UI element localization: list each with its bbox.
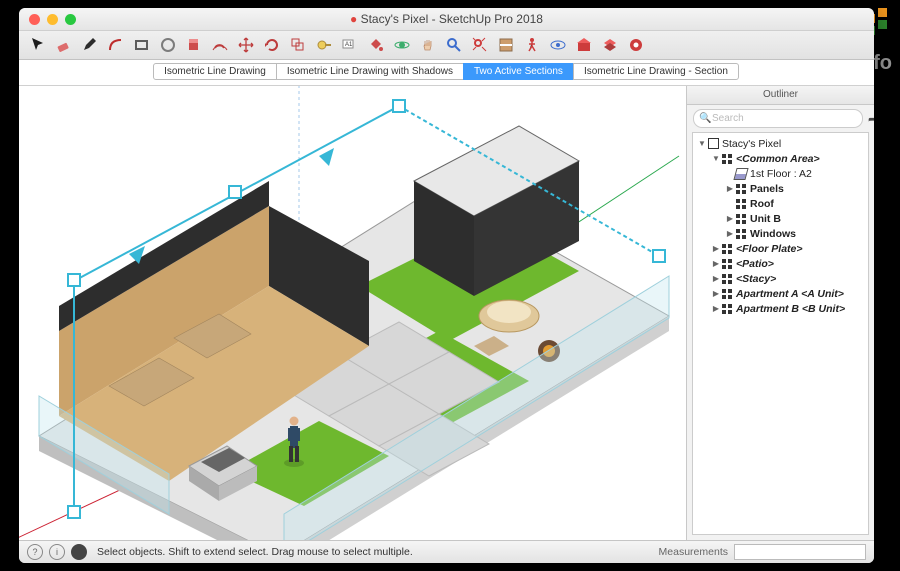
tree-label: <Stacy> <box>736 273 776 285</box>
tree-label: Windows <box>750 228 796 240</box>
disclosure-icon[interactable]: ▶ <box>711 259 721 268</box>
box4-icon <box>721 153 733 165</box>
close-icon[interactable] <box>29 14 40 25</box>
look-tool[interactable] <box>549 36 567 54</box>
extensions-tool[interactable] <box>627 36 645 54</box>
tree-row[interactable]: ▼ <Common Area> <box>693 151 868 166</box>
tree-row[interactable]: ▶ Panels <box>693 181 868 196</box>
scale-tool[interactable] <box>289 36 307 54</box>
tree-row[interactable]: 1st Floor : A2 <box>693 166 868 181</box>
minimize-icon[interactable] <box>47 14 58 25</box>
disclosure-icon[interactable]: ▶ <box>711 274 721 283</box>
box4-icon <box>735 198 747 210</box>
tree-row[interactable]: ▼ Stacy's Pixel <box>693 136 868 151</box>
style-tab[interactable]: Two Active Sections <box>463 63 574 80</box>
outliner-title: Outliner <box>687 86 874 105</box>
style-tab[interactable]: Isometric Line Drawing <box>153 63 277 80</box>
disclosure-icon[interactable]: ▼ <box>697 139 707 148</box>
outliner-panel: Outliner 🔍 ➦ ▼Stacy's Pixel▼<Common Area… <box>686 86 874 540</box>
circle-tool[interactable] <box>159 36 177 54</box>
layers-tool[interactable] <box>601 36 619 54</box>
style-tab[interactable]: Isometric Line Drawing with Shadows <box>276 63 464 80</box>
rectangle-tool[interactable] <box>133 36 151 54</box>
toolbar: A1 <box>19 31 874 60</box>
tree-label: 1st Floor : A2 <box>750 168 812 180</box>
tree-row[interactable]: ▶ Apartment A <A Unit> <box>693 286 868 301</box>
measurements-label: Measurements <box>659 546 728 558</box>
tree-label: <Common Area> <box>736 153 820 165</box>
rotate-tool[interactable] <box>263 36 281 54</box>
tree-label: Panels <box>750 183 784 195</box>
pencil-tool[interactable] <box>81 36 99 54</box>
box4-icon <box>735 213 747 225</box>
tree-row[interactable]: ▶ <Patio> <box>693 256 868 271</box>
paint-tool[interactable] <box>367 36 385 54</box>
warehouse-tool[interactable] <box>575 36 593 54</box>
disclosure-icon[interactable]: ▶ <box>711 244 721 253</box>
text-tool[interactable]: A1 <box>341 36 359 54</box>
outliner-tree[interactable]: ▼Stacy's Pixel▼<Common Area>1st Floor : … <box>692 132 869 535</box>
disclosure-icon[interactable]: ▶ <box>711 304 721 313</box>
disclosure-icon[interactable]: ▶ <box>725 214 735 223</box>
info-icon[interactable]: i <box>49 544 65 560</box>
select-tool[interactable] <box>29 36 47 54</box>
model-icon <box>707 138 719 150</box>
help-icon[interactable]: ? <box>27 544 43 560</box>
tree-label: <Floor Plate> <box>736 243 803 255</box>
eraser-tool[interactable] <box>55 36 73 54</box>
statusbar: ? i Select objects. Shift to extend sele… <box>19 540 874 563</box>
status-hint: Select objects. Shift to extend select. … <box>97 546 413 558</box>
measurements-input[interactable] <box>734 544 866 560</box>
zoom-icon[interactable] <box>65 14 76 25</box>
tree-row[interactable]: ▶ <Stacy> <box>693 271 868 286</box>
tree-row[interactable]: ▶ Unit B <box>693 211 868 226</box>
tree-label: Stacy's Pixel <box>722 138 781 150</box>
disclosure-icon[interactable]: ▶ <box>725 184 735 193</box>
move-tool[interactable] <box>237 36 255 54</box>
walk-tool[interactable] <box>523 36 541 54</box>
arc-tool[interactable] <box>107 36 125 54</box>
pan-tool[interactable] <box>419 36 437 54</box>
box4-icon <box>721 288 733 300</box>
zoom-extents-tool[interactable] <box>471 36 489 54</box>
orbit-tool[interactable] <box>393 36 411 54</box>
user-icon[interactable] <box>71 544 87 560</box>
search-icon: 🔍 <box>699 113 711 124</box>
tree-label: Apartment A <A Unit> <box>736 288 844 300</box>
style-tab[interactable]: Isometric Line Drawing - Section <box>573 63 739 80</box>
box4-icon <box>721 273 733 285</box>
disclosure-icon[interactable]: ▼ <box>711 154 721 163</box>
tree-row[interactable]: ▶ Apartment B <B Unit> <box>693 301 868 316</box>
section-tool[interactable] <box>497 36 515 54</box>
style-tabs: Isometric Line DrawingIsometric Line Dra… <box>19 60 874 86</box>
box4-icon <box>721 243 733 255</box>
tree-label: <Patio> <box>736 258 774 270</box>
offset-tool[interactable] <box>211 36 229 54</box>
zoom-tool[interactable] <box>445 36 463 54</box>
viewport-3d[interactable] <box>19 86 686 540</box>
window-title: ● Stacy's Pixel - SketchUp Pro 2018 <box>19 12 874 26</box>
disclosure-icon[interactable]: ▶ <box>725 229 735 238</box>
tree-row[interactable]: Roof <box>693 196 868 211</box>
tree-label: Apartment B <B Unit> <box>736 303 845 315</box>
box4-icon <box>721 258 733 270</box>
tree-label: Unit B <box>750 213 781 225</box>
tree-label: Roof <box>750 198 774 210</box>
details-arrow-icon[interactable]: ➦ <box>868 112 874 126</box>
tree-row[interactable]: ▶ <Floor Plate> <box>693 241 868 256</box>
slice-icon <box>735 168 747 180</box>
app-window: ● Stacy's Pixel - SketchUp Pro 2018 A1 I… <box>19 8 874 563</box>
outliner-search-input[interactable] <box>693 109 863 128</box>
disclosure-icon[interactable]: ▶ <box>711 289 721 298</box>
main-area: Outliner 🔍 ➦ ▼Stacy's Pixel▼<Common Area… <box>19 86 874 540</box>
box4-icon <box>735 183 747 195</box>
tree-row[interactable]: ▶ Windows <box>693 226 868 241</box>
svg-text:A1: A1 <box>345 42 353 48</box>
pushpull-tool[interactable] <box>185 36 203 54</box>
titlebar: ● Stacy's Pixel - SketchUp Pro 2018 <box>19 8 874 31</box>
box4-icon <box>721 303 733 315</box>
tape-tool[interactable] <box>315 36 333 54</box>
box4-icon <box>735 228 747 240</box>
